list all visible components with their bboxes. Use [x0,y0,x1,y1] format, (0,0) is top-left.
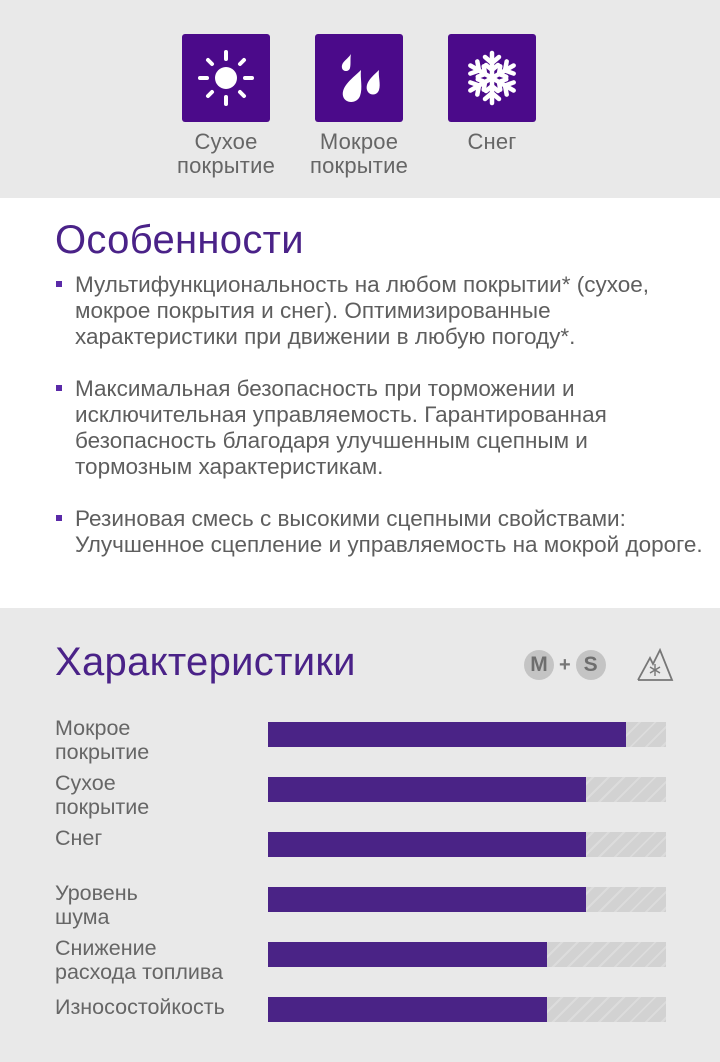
rating-bar-fill [268,887,587,912]
spec-label: Мокрое покрытие [55,716,149,764]
features-title: Особенности [55,218,304,262]
spec-label: Снег [55,826,102,850]
bullet-icon [56,515,62,521]
feature-item: Резиновая смесь с высокими сцепными свой… [55,506,705,558]
spec-row: Сухое покрытие [0,771,720,821]
label-line: Сухое [194,129,258,154]
spec-label: Уровень шума [55,881,138,929]
rating-bar-track [268,887,666,912]
rating-bar-fill [268,777,587,802]
label-line: покрытие [309,153,409,178]
rating-bar-track [268,777,666,802]
rating-bar-fill [268,942,547,967]
features-list: Мультифункциональность на любом покрытии… [55,272,705,584]
condition-dry: Сухое покрытие [166,34,286,178]
bullet-icon [56,281,62,287]
spec-label: Износостойкость [55,995,225,1019]
spec-label-line: покрытие [55,740,150,764]
label-line: Мокрое [319,129,399,154]
spec-row: Уровень шума [0,881,720,931]
condition-label: Снег [432,130,552,154]
label-line: покрытие [176,153,276,178]
condition-label: Сухое покрытие [166,130,286,178]
feature-text: Резиновая смесь с высокими сцепными свой… [75,506,703,557]
sun-icon [182,34,270,122]
condition-label: Мокрое покрытие [299,130,419,178]
condition-wet: Мокрое покрытие [299,34,419,178]
certification-badges: M + S [524,648,674,682]
rating-bar-track [268,832,666,857]
road-conditions-section: Сухое покрытие Мокрое покрытие Снег [0,0,720,198]
label-line: Снег [467,129,517,154]
specs-title: Характеристики [55,640,356,684]
spec-label-line: Уровень [55,881,138,905]
rating-bar-fill [268,722,627,747]
spec-row: Снижение расхода топлива [0,936,720,986]
bullet-icon [56,385,62,391]
rating-bar-fill [268,997,547,1022]
condition-snow: Снег [432,34,552,154]
spec-label-line: расхода топлива [55,960,224,984]
feature-item: Максимальная безопасность при торможении… [55,376,705,480]
rating-bar-track [268,942,666,967]
feature-text: Максимальная безопасность при торможении… [75,376,607,479]
spec-label-line: шума [55,905,110,929]
snow-badge: S [575,650,606,680]
spec-label: Сухое покрытие [55,771,149,819]
feature-item: Мультифункциональность на любом покрытии… [55,272,705,350]
rating-bar-track [268,722,666,747]
spec-label-line: Снег [55,826,103,850]
plus-sign: + [559,653,571,676]
spec-label: Снижение расхода топлива [55,936,223,984]
three-peak-mountain-snowflake-icon [636,648,674,681]
mud-badge: M [524,650,554,680]
spec-row: Снег [0,826,720,876]
spec-row: Мокрое покрытие [0,716,720,766]
rating-bar-track [268,997,666,1022]
spec-label-line: Снижение [55,936,157,960]
spec-row: Износостойкость [0,991,720,1041]
spec-label-line: Сухое [55,771,116,795]
snowflake-icon [448,34,536,122]
spec-label-line: покрытие [55,795,150,819]
rating-bar-fill [268,832,587,857]
raindrops-icon [315,34,403,122]
spec-label-line: Мокрое [55,716,131,740]
spec-label-line: Износостойкость [55,995,225,1019]
feature-text: Мультифункциональность на любом покрытии… [75,272,649,349]
